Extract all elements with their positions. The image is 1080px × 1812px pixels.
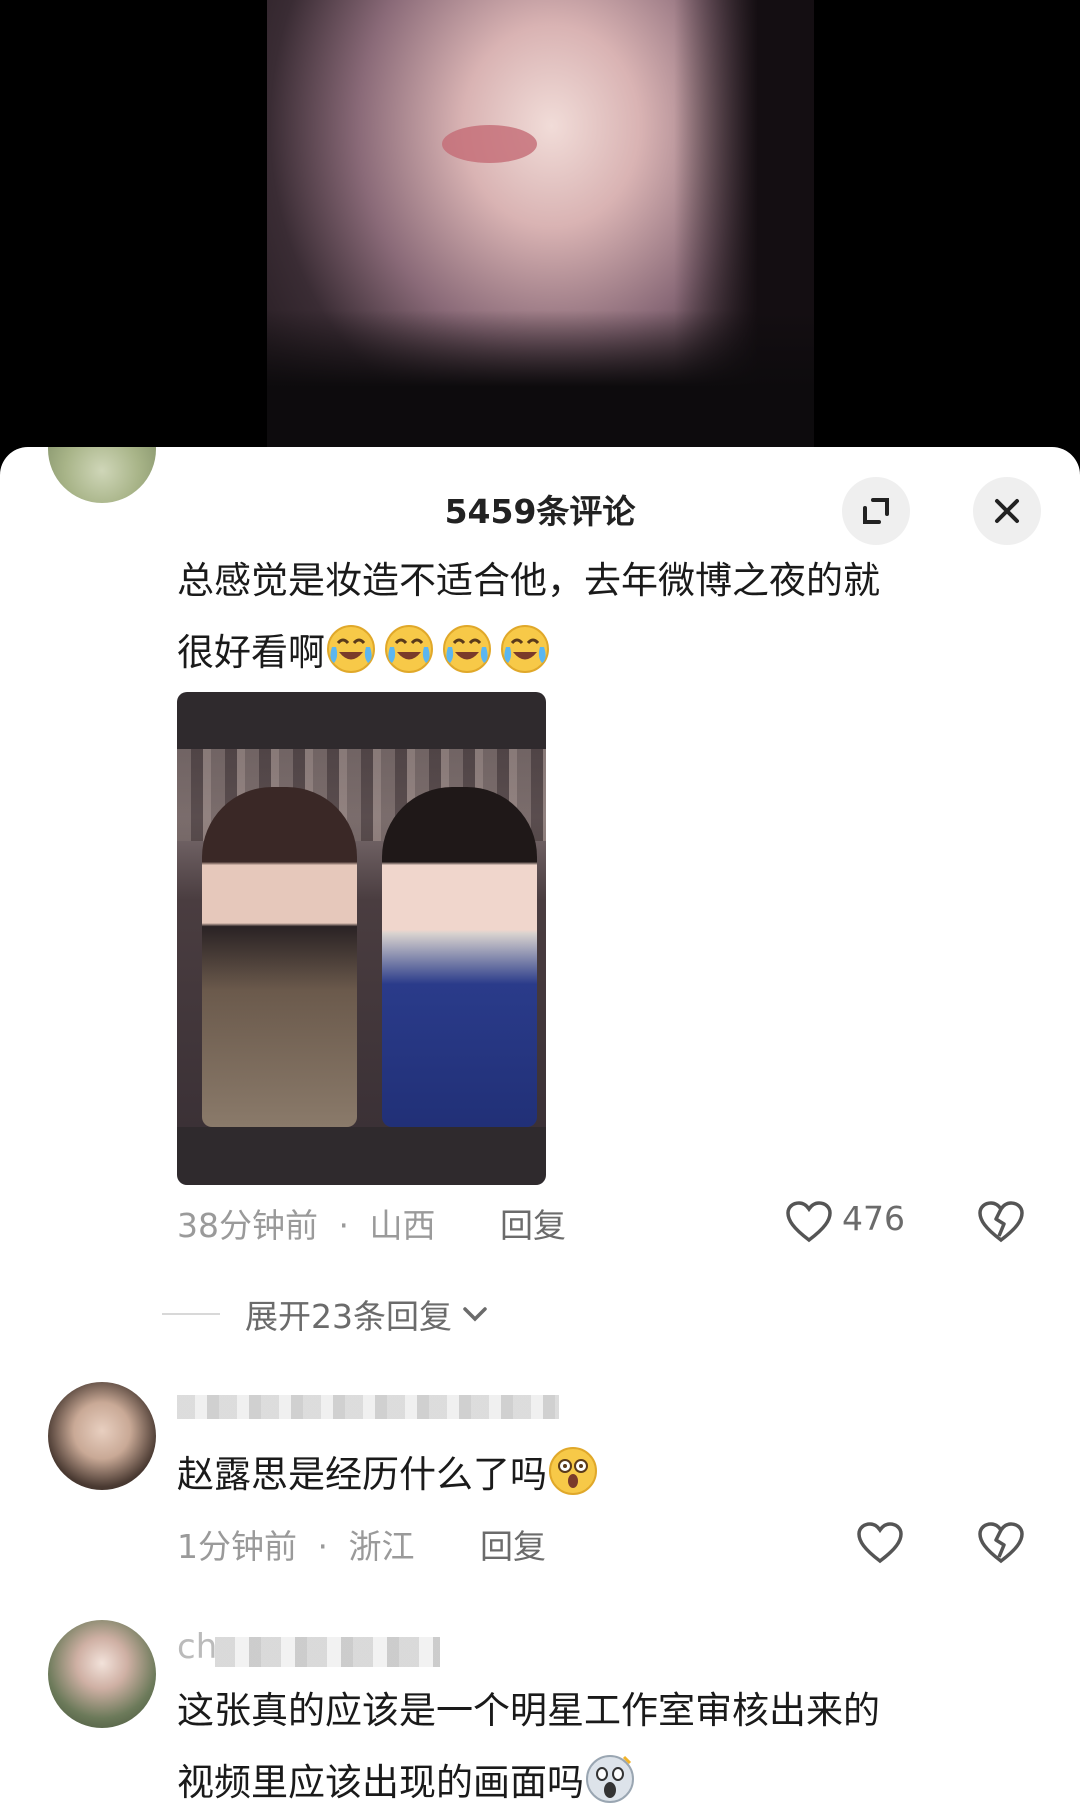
comment-text-content: 赵露思是经历什么了吗 <box>177 1453 547 1496</box>
reply-button[interactable]: 回复 <box>480 1520 546 1568</box>
expand-replies-label: 展开23条回复 <box>245 1297 452 1336</box>
emoji-group <box>325 625 557 674</box>
avatar[interactable] <box>48 1382 156 1490</box>
image-person <box>382 787 537 1127</box>
comment-time: 38分钟前 <box>177 1206 318 1245</box>
username[interactable]: ch <box>177 1627 217 1667</box>
comment-line: 这张真的应该是一个明星工作室审核出来的 <box>177 1689 880 1732</box>
video-player[interactable] <box>0 0 1080 450</box>
broken-heart-icon <box>978 1522 1024 1564</box>
screaming-face-emoji <box>586 1755 634 1803</box>
emoji-group <box>584 1755 642 1804</box>
chevron-down-icon <box>463 1307 487 1322</box>
username-blurred <box>215 1637 440 1667</box>
dislike-button[interactable] <box>977 1200 1025 1248</box>
expand-replies-button[interactable]: 展开23条回复 <box>245 1290 490 1338</box>
reply-button[interactable]: 回复 <box>500 1199 566 1247</box>
comment-meta: 38分钟前 · 山西 <box>177 1199 436 1247</box>
comment-line: 总感觉是妆造不适合他，去年微博之夜的就 <box>177 559 880 602</box>
comment-text: 这张真的应该是一个明星工作室审核出来的 视频里应该出现的画面吗 <box>177 1675 1037 1812</box>
heart-icon <box>857 1522 903 1564</box>
meta-separator: · <box>338 1206 350 1245</box>
comment-sheet: 5459条评论 总感觉是妆造不适合他，去年微博之夜的就 很好看啊 38分钟前 ·… <box>0 447 1080 1812</box>
video-subject <box>442 125 537 163</box>
username-text: ch <box>177 1627 218 1667</box>
comment-location: 浙江 <box>348 1527 415 1566</box>
meta-separator: · <box>317 1527 329 1566</box>
divider <box>162 1313 220 1315</box>
comment-meta: 1分钟前 · 浙江 <box>177 1520 415 1568</box>
heart-icon <box>786 1201 832 1243</box>
comment-text: 总感觉是妆造不适合他，去年微博之夜的就 很好看啊 <box>177 545 1037 689</box>
crying-laughing-emoji <box>385 625 433 673</box>
like-count: 476 <box>842 1199 905 1238</box>
comment-image[interactable] <box>177 692 546 1185</box>
like-button[interactable] <box>856 1521 904 1569</box>
comment-count-title: 5459条评论 <box>444 492 636 531</box>
emoji-group <box>547 1447 605 1496</box>
comment-location: 山西 <box>369 1206 436 1245</box>
image-person <box>202 787 357 1127</box>
avatar[interactable] <box>48 1620 156 1728</box>
broken-heart-icon <box>978 1201 1024 1243</box>
like-button[interactable] <box>785 1200 833 1248</box>
close-icon <box>995 499 1019 523</box>
comment-line-text: 视频里应该出现的画面吗 <box>177 1761 584 1804</box>
dislike-button[interactable] <box>977 1521 1025 1569</box>
video-frame <box>267 0 814 450</box>
comment-image-content <box>177 749 546 1127</box>
username-blurred[interactable] <box>177 1395 559 1419</box>
crying-laughing-emoji <box>443 625 491 673</box>
comment-line: 很好看啊 <box>177 617 1037 689</box>
comment-text: 赵露思是经历什么了吗 <box>177 1439 1037 1511</box>
video-dress <box>267 310 814 450</box>
close-button[interactable] <box>973 477 1041 545</box>
expand-icon <box>863 498 889 524</box>
comment-time: 1分钟前 <box>177 1527 297 1566</box>
comment-line-text: 很好看啊 <box>177 631 325 674</box>
comment-line: 视频里应该出现的画面吗 <box>177 1747 1037 1812</box>
crying-laughing-emoji <box>501 625 549 673</box>
shocked-face-emoji <box>549 1447 597 1495</box>
crying-laughing-emoji <box>327 625 375 673</box>
expand-button[interactable] <box>842 477 910 545</box>
